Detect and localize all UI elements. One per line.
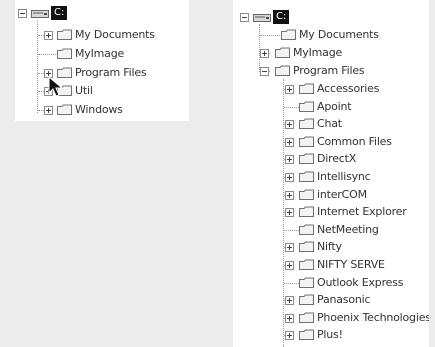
folder-icon	[299, 206, 314, 217]
tree-item-label[interactable]: NetMeeting	[317, 223, 379, 236]
expand-plus-icon[interactable]	[285, 296, 294, 305]
tree-item-program-files-child[interactable]: Apoint	[233, 99, 429, 115]
tree-item-my-documents[interactable]: My Documents	[233, 27, 429, 43]
folder-icon	[57, 104, 72, 115]
mouse-pointer-icon	[48, 76, 64, 97]
tree-root-drive[interactable]: C:	[233, 9, 429, 25]
tree-item-program-files-child[interactable]: Plus!	[233, 327, 429, 343]
tree-connector-line	[260, 35, 282, 36]
tree-item-label[interactable]: Util	[75, 84, 93, 97]
folder-icon	[275, 65, 290, 76]
expand-plus-icon[interactable]	[44, 106, 53, 115]
tree-item-label[interactable]: Plus!	[317, 328, 343, 341]
expand-plus-icon[interactable]	[285, 191, 294, 200]
tree-item-label[interactable]: Chat	[317, 117, 342, 130]
expand-plus-icon[interactable]	[285, 173, 294, 182]
drive-icon	[31, 10, 49, 18]
folder-icon	[299, 294, 314, 305]
expand-plus-icon[interactable]	[285, 138, 294, 147]
drive-label[interactable]: C:	[273, 10, 290, 24]
tree-item-myimage[interactable]: MyImage	[233, 45, 429, 61]
tree-item-program-files-child[interactable]: DirectX	[233, 151, 429, 167]
tree-item-program-files-child[interactable]: Common Files	[233, 134, 429, 150]
tree-item-label[interactable]: Outlook Express	[317, 276, 403, 289]
tree-item-program-files-child[interactable]: Nifty	[233, 239, 429, 255]
drive-icon	[253, 14, 271, 22]
tree-item-my-documents[interactable]: My Documents	[15, 27, 189, 43]
expand-plus-icon[interactable]	[285, 331, 294, 340]
tree-item-program-files-child[interactable]: interCOM	[233, 187, 429, 203]
tree-item-myimage[interactable]: MyImage	[15, 46, 189, 62]
collapse-minus-icon[interactable]	[18, 9, 27, 18]
tree-item-label[interactable]: NIFTY SERVE	[317, 258, 385, 271]
tree-item-util[interactable]: Util	[15, 83, 189, 99]
folder-icon	[299, 312, 314, 323]
folder-icon	[57, 29, 72, 40]
tree-item-label[interactable]: My Documents	[75, 28, 155, 41]
expand-plus-icon[interactable]	[285, 314, 294, 323]
collapse-minus-icon[interactable]	[240, 13, 249, 22]
tree-item-label[interactable]: DirectX	[317, 152, 356, 165]
expand-plus-icon[interactable]	[44, 31, 53, 40]
folder-icon	[299, 83, 314, 94]
expand-plus-icon[interactable]	[285, 120, 294, 129]
tree-item-program-files-child[interactable]: Internet Explorer	[233, 204, 429, 220]
tree-item-program-files-child[interactable]: NetMeeting	[233, 222, 429, 238]
tree-item-label[interactable]: Internet Explorer	[317, 205, 407, 218]
tree-item-label[interactable]: Intellisync	[317, 170, 371, 183]
tree-item-label[interactable]: Phoenix Technologies	[317, 311, 429, 324]
expand-plus-icon[interactable]	[260, 49, 269, 58]
tree-item-windows[interactable]: Windows	[15, 102, 189, 118]
tree-item-label[interactable]: My Documents	[299, 28, 379, 41]
folder-icon	[299, 241, 314, 252]
expand-plus-icon[interactable]	[285, 261, 294, 270]
collapse-minus-icon[interactable]	[260, 67, 269, 76]
folder-icon	[299, 101, 314, 112]
folder-icon	[299, 224, 314, 235]
tree-item-program-files-child[interactable]: Accessories	[233, 81, 429, 97]
folder-icon	[281, 29, 296, 40]
tree-item-label[interactable]: Windows	[75, 103, 123, 116]
tree-item-program-files-child[interactable]: Outlook Express	[233, 275, 429, 291]
folder-icon	[299, 277, 314, 288]
tree-item-program-files-child[interactable]: Phoenix Technologies	[233, 310, 429, 326]
tree-item-label[interactable]: MyImage	[75, 47, 124, 60]
folder-icon	[299, 329, 314, 340]
drive-label[interactable]: C:	[51, 6, 68, 20]
folder-icon	[299, 136, 314, 147]
tree-item-program-files-child[interactable]: Panasonic	[233, 292, 429, 308]
tree-item-label[interactable]: Program Files	[75, 66, 147, 79]
expand-plus-icon[interactable]	[285, 155, 294, 164]
tree-item-program-files[interactable]: Program Files	[15, 65, 189, 81]
tree-item-program-files-child[interactable]: Chat	[233, 116, 429, 132]
tree-item-label[interactable]: interCOM	[317, 188, 367, 201]
expand-plus-icon[interactable]	[285, 243, 294, 252]
right-folder-tree-panel: C: My Documents MyImage Program Files Ac…	[233, 0, 429, 347]
tree-connector-line	[38, 54, 56, 55]
tree-item-program-files[interactable]: Program Files	[233, 63, 429, 79]
folder-icon	[299, 153, 314, 164]
folder-icon	[299, 189, 314, 200]
screenshot-page: C: My Documents MyImage Program Files Ut…	[0, 0, 435, 347]
tree-item-label[interactable]: Common Files	[317, 135, 392, 148]
folder-icon	[299, 118, 314, 129]
tree-root-drive[interactable]: C:	[15, 5, 189, 21]
tree-item-label[interactable]: Accessories	[317, 82, 379, 95]
folder-icon	[275, 47, 290, 58]
tree-item-program-files-child[interactable]: Intellisync	[233, 169, 429, 185]
tree-item-label[interactable]: Program Files	[293, 64, 365, 77]
tree-item-label[interactable]: Panasonic	[317, 293, 371, 306]
expand-plus-icon[interactable]	[285, 85, 294, 94]
tree-item-program-files-child[interactable]: NIFTY SERVE	[233, 257, 429, 273]
left-folder-tree-panel: C: My Documents MyImage Program Files Ut…	[15, 0, 189, 121]
folder-icon	[299, 171, 314, 182]
tree-item-label[interactable]: MyImage	[293, 46, 342, 59]
tree-item-label[interactable]: Apoint	[317, 100, 352, 113]
folder-icon	[299, 259, 314, 270]
folder-icon	[57, 48, 72, 59]
tree-item-label[interactable]: Nifty	[317, 240, 342, 253]
expand-plus-icon[interactable]	[285, 208, 294, 217]
